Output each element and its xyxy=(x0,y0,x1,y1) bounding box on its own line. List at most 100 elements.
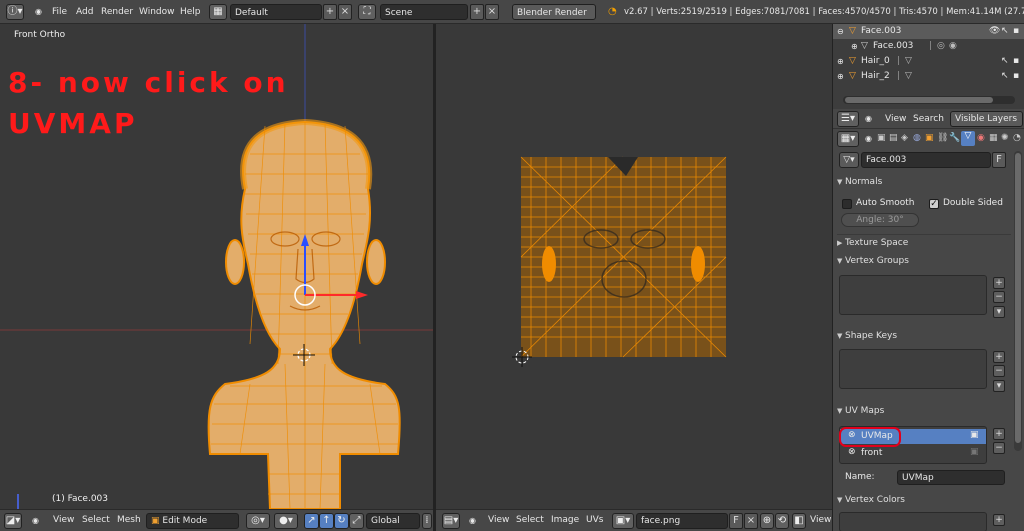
select-arrow-icon[interactable]: ↖ xyxy=(1001,69,1009,84)
mesh-browse-icon[interactable]: ▽▾ xyxy=(839,152,859,168)
collapse-menu-icon[interactable]: ◉ xyxy=(865,134,872,143)
delete-layout-button[interactable]: × xyxy=(338,4,352,20)
interaction-mode-select[interactable]: ▣ Edit Mode xyxy=(146,513,239,529)
vertex-group-specials-button[interactable]: ▾ xyxy=(993,306,1005,318)
vertex-colors-panel-header[interactable]: ▼ Vertex Colors xyxy=(837,492,1015,508)
shape-keys-panel-header[interactable]: ▼ Shape Keys xyxy=(837,328,1015,344)
uv-map-item-front[interactable]: ⊗ front ▣ xyxy=(840,446,986,461)
select-arrow-icon[interactable]: ↖ xyxy=(1001,24,1009,39)
display-channels-icon[interactable]: ◧ xyxy=(792,513,806,529)
menu-view[interactable]: View xyxy=(885,114,906,124)
sync-icon[interactable]: ⟲ xyxy=(775,513,789,529)
vertex-groups-panel-header[interactable]: ▼ Vertex Groups xyxy=(837,253,1015,269)
uv-canvas[interactable] xyxy=(436,24,832,509)
collapse-menu-icon[interactable]: ◉ xyxy=(35,4,42,20)
rotate-manipulator-icon[interactable]: ↻ xyxy=(334,513,349,529)
3d-editor-type-button[interactable]: ◪▾ xyxy=(4,513,22,529)
outliner-row-mesh-data[interactable]: ⊕ ▽ Face.003 | ◎ ◉ xyxy=(833,39,1024,54)
expand-icon[interactable]: ⊕ xyxy=(851,39,858,54)
uv-image-editor[interactable] xyxy=(436,24,832,509)
info-editor-type-button[interactable]: ⓘ▾ xyxy=(6,4,24,20)
delete-scene-button[interactable]: × xyxy=(485,4,499,20)
scrollbar-thumb[interactable] xyxy=(845,97,993,103)
outliner-row-face003[interactable]: ⊖ ▽ Face.003 👁 ↖ ▪ xyxy=(833,24,1024,39)
particles-tab-icon[interactable]: ✺ xyxy=(1001,133,1009,143)
texture-space-panel-header[interactable]: ▶ Texture Space xyxy=(837,235,1015,251)
scrollbar-thumb[interactable] xyxy=(1015,153,1021,443)
scale-manipulator-icon[interactable]: ⤢ xyxy=(349,513,364,529)
shape-key-specials-button[interactable]: ▾ xyxy=(993,380,1005,392)
image-browse-icon[interactable]: ▣▾ xyxy=(612,513,634,529)
physics-tab-icon[interactable]: ◔ xyxy=(1013,133,1021,143)
auto-smooth-checkbox[interactable] xyxy=(842,199,852,209)
shape-keys-list[interactable] xyxy=(839,349,987,389)
menu-render[interactable]: Render xyxy=(101,4,133,20)
scene-field[interactable]: Scene xyxy=(380,4,468,20)
render-camera-icon[interactable]: ▣ xyxy=(970,447,979,457)
render-camera-icon[interactable]: ▪ xyxy=(1013,24,1019,39)
double-sided-checkbox[interactable]: ✓ xyxy=(929,199,939,209)
world-tab-icon[interactable]: ◍ xyxy=(913,133,921,143)
manipulator-toggle-icon[interactable]: ↗ xyxy=(304,513,319,529)
display-mode-select[interactable]: Visible Layers xyxy=(950,111,1023,127)
add-uv-map-button[interactable]: + xyxy=(993,428,1005,440)
object-tab-icon[interactable]: ▣ xyxy=(925,133,934,143)
expand-icon[interactable]: ⊕ xyxy=(837,69,844,84)
add-shape-key-button[interactable]: + xyxy=(993,351,1005,363)
outliner-row-hair0[interactable]: ⊕ ▽ Hair_0 | ▽ ↖ ▪ xyxy=(833,54,1024,69)
add-vertex-color-button[interactable]: + xyxy=(993,514,1005,526)
add-layout-button[interactable]: + xyxy=(323,4,337,20)
screen-layout-field[interactable]: Default xyxy=(230,4,322,20)
image-name-field[interactable]: face.png xyxy=(636,513,728,529)
menu-window[interactable]: Window xyxy=(139,4,175,20)
menu-image[interactable]: Image xyxy=(551,515,579,525)
uv-editor-type-button[interactable]: ▤▾ xyxy=(442,513,460,529)
collapse-menu-icon[interactable]: ◉ xyxy=(469,516,476,525)
outliner-editor-type-button[interactable]: ☰▾ xyxy=(837,111,859,127)
scene-tab-icon[interactable]: ◈ xyxy=(901,133,908,143)
pivot-point-button[interactable]: ●▾ xyxy=(274,513,298,529)
collapse-menu-icon[interactable]: ◉ xyxy=(865,114,872,123)
scene-icon[interactable]: ⛶ xyxy=(358,4,376,20)
render-layers-tab-icon[interactable]: ▤ xyxy=(889,133,898,143)
menu-file[interactable]: File xyxy=(52,4,67,20)
menu-add[interactable]: Add xyxy=(76,4,93,20)
screen-layout-icon[interactable]: ▦ xyxy=(209,4,227,20)
constraints-tab-icon[interactable]: ⛓ xyxy=(937,133,948,143)
fake-user-button[interactable]: F xyxy=(729,513,743,529)
fake-user-button[interactable]: F xyxy=(992,152,1006,168)
render-camera-icon[interactable]: ▪ xyxy=(1013,69,1019,84)
expand-icon[interactable]: ⊕ xyxy=(837,54,844,69)
menu-select[interactable]: Select xyxy=(82,515,110,525)
add-scene-button[interactable]: + xyxy=(470,4,484,20)
texture-tab-icon[interactable]: ▦ xyxy=(989,133,998,143)
material-tab-icon[interactable]: ◉ xyxy=(977,133,985,143)
unlink-image-button[interactable]: × xyxy=(744,513,758,529)
menu-search[interactable]: Search xyxy=(913,114,944,124)
transform-orientation-select[interactable]: Global xyxy=(366,513,420,529)
menu-uvs[interactable]: UVs xyxy=(586,515,603,525)
outliner-row-hair2[interactable]: ⊕ ▽ Hair_2 | ▽ ↖ ▪ xyxy=(833,69,1024,84)
visibility-eye-icon[interactable]: 👁 xyxy=(989,24,1000,39)
properties-editor-type-button[interactable]: ▦▾ xyxy=(837,131,859,147)
remove-shape-key-button[interactable]: − xyxy=(993,365,1005,377)
menu-view[interactable]: View xyxy=(488,515,509,525)
remove-vertex-group-button[interactable]: − xyxy=(993,291,1005,303)
render-camera-icon[interactable]: ▪ xyxy=(1013,54,1019,69)
add-vertex-group-button[interactable]: + xyxy=(993,277,1005,289)
menu-view-2[interactable]: View xyxy=(810,515,831,525)
normals-panel-header[interactable]: ▼ Normals xyxy=(837,174,1015,190)
properties-scrollbar[interactable] xyxy=(1014,151,1022,451)
menu-view[interactable]: View xyxy=(53,515,74,525)
menu-mesh[interactable]: Mesh xyxy=(117,515,141,525)
translate-manipulator-icon[interactable]: ↑ xyxy=(319,513,334,529)
3d-viewport[interactable]: Front Ortho 8- now click on UVMAP (1) Fa… xyxy=(0,24,433,509)
render-tab-icon[interactable]: ▣ xyxy=(877,133,886,143)
mesh-data-tab-icon[interactable]: ▽ xyxy=(961,131,975,146)
select-arrow-icon[interactable]: ↖ xyxy=(1001,54,1009,69)
viewport-shading-button[interactable]: ◎▾ xyxy=(246,513,270,529)
pin-icon[interactable]: ⊕ xyxy=(760,513,774,529)
vertex-colors-list[interactable] xyxy=(839,512,987,531)
active-render-camera-icon[interactable]: ▣ xyxy=(970,430,979,440)
modifiers-tab-icon[interactable]: 🔧 xyxy=(949,133,960,143)
